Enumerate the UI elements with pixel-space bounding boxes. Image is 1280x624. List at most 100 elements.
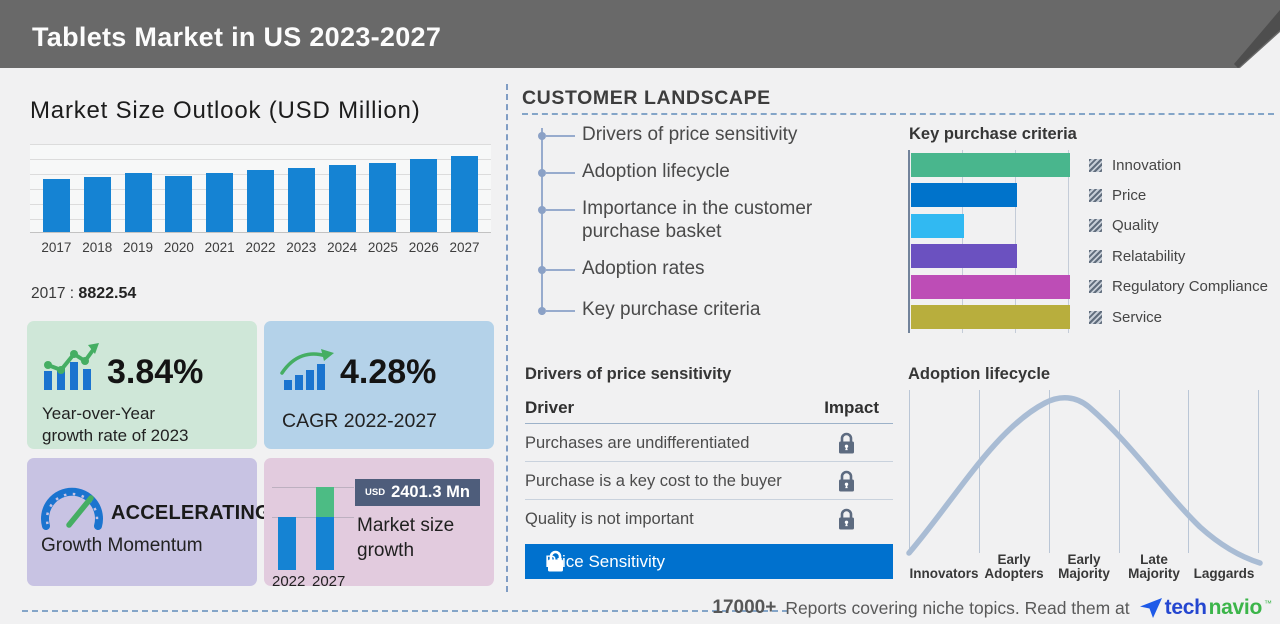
drivers-rows: Purchases are undifferentiated Purchase i… <box>525 424 893 538</box>
legend-item: Regulatory Compliance <box>1089 272 1268 302</box>
bar-2022 <box>247 170 274 232</box>
xtick-2017: 2017 <box>36 240 77 255</box>
footer: 17000+ Reports covering niche topics. Re… <box>712 592 1272 624</box>
bar-2026 <box>410 159 437 232</box>
landscape-item-label: Adoption rates <box>582 258 832 281</box>
footer-text: Reports covering niche topics. Read them… <box>785 598 1129 619</box>
xtick-2021: 2021 <box>199 240 240 255</box>
annotation-year: 2017 <box>31 285 65 302</box>
lifecycle-label: Laggards <box>1189 542 1259 582</box>
kpc-bar-relatability <box>911 244 1017 268</box>
legend-item: Price <box>1089 180 1268 210</box>
bar-2024 <box>329 165 356 232</box>
kpc-bar-regulatory-compliance <box>911 275 1070 299</box>
market-size-chart-xaxis: 2017201820192020202120222023202420252026… <box>30 240 491 255</box>
yoy-growth-card: 3.84% Year-over-Year growth rate of 2023 <box>27 321 257 449</box>
xtick-2022: 2022 <box>240 240 281 255</box>
price-sensitivity-highlight-row: Price Sensitivity <box>525 544 893 579</box>
mini-bar-2027-growth <box>316 487 334 517</box>
legend-label: Service <box>1112 309 1162 326</box>
page-title: Tablets Market in US 2023-2027 <box>32 22 441 53</box>
driver-label: Purchase is a key cost to the buyer <box>525 472 782 491</box>
driver-row: Purchases are undifferentiated <box>525 424 893 462</box>
lock-icon <box>545 549 566 574</box>
lock-icon <box>836 431 857 456</box>
yoy-value: 3.84% <box>107 353 203 392</box>
legend-item: Quality <box>1089 211 1268 241</box>
market-size-chart-plot <box>30 144 491 233</box>
bar-2017 <box>43 179 70 232</box>
xtick-2019: 2019 <box>118 240 159 255</box>
driver-label: Purchases are undifferentiated <box>525 434 749 453</box>
landscape-list: Drivers of price sensitivityAdoption lif… <box>522 120 902 335</box>
kpc-chart <box>908 150 1074 333</box>
legend-swatch-icon <box>1089 219 1102 232</box>
kpc-chart-title: Key purchase criteria <box>909 125 1077 144</box>
lock-slot-highlight <box>545 549 566 579</box>
bullet-connector <box>545 269 575 271</box>
lock-icon <box>836 469 857 494</box>
bullet-connector <box>545 172 575 174</box>
xtick-2023: 2023 <box>281 240 322 255</box>
speedometer-icon <box>39 478 105 532</box>
legend-label: Price <box>1112 187 1146 204</box>
legend-label: Regulatory Compliance <box>1112 278 1268 295</box>
legend-swatch-icon <box>1089 250 1102 263</box>
legend-label: Innovation <box>1112 157 1181 174</box>
header-bar: Tablets Market in US 2023-2027 <box>0 0 1280 68</box>
bar-2023 <box>288 168 315 232</box>
driver-row: Purchase is a key cost to the buyer <box>525 462 893 500</box>
cagr-value: 4.28% <box>340 353 436 392</box>
growth-momentum-card: ACCELERATING Growth Momentum <box>27 458 257 586</box>
landscape-connector-line <box>541 128 543 315</box>
lifecycle-label: EarlyMajority <box>1049 542 1119 582</box>
bullet-connector <box>545 135 575 137</box>
lifecycle-label: Innovators <box>909 542 979 582</box>
growth-arrow-icon <box>280 347 334 391</box>
bar-2019 <box>125 173 152 232</box>
legend-label: Quality <box>1112 217 1159 234</box>
xtick-2024: 2024 <box>322 240 363 255</box>
mini-year-right: 2027 <box>312 573 345 590</box>
bar-2027 <box>451 156 478 232</box>
landscape-item-label: Importance in the customer purchase bask… <box>582 198 832 244</box>
legend-swatch-icon <box>1089 280 1102 293</box>
mini-bar-2022 <box>278 517 296 570</box>
annotation-value: 8822.54 <box>78 285 136 302</box>
impact-lock <box>836 469 857 499</box>
impact-lock <box>836 507 857 537</box>
bar-chart-trend-icon <box>41 343 99 391</box>
bullet-connector <box>545 209 575 211</box>
bar-2020 <box>165 176 192 232</box>
adoption-lifecycle-title: Adoption lifecycle <box>908 365 1050 384</box>
vertical-dashed-divider <box>506 84 508 592</box>
momentum-label: Growth Momentum <box>41 535 203 557</box>
drivers-table: Driver Impact Purchases are undifferenti… <box>525 396 893 579</box>
driver-label: Quality is not important <box>525 510 694 529</box>
mini-gridline <box>272 487 354 488</box>
legend-item: Innovation <box>1089 150 1268 180</box>
drivers-table-title: Drivers of price sensitivity <box>525 365 731 384</box>
xtick-2025: 2025 <box>363 240 404 255</box>
momentum-value: ACCELERATING <box>111 502 271 525</box>
market-size-chart-columns <box>30 144 491 232</box>
infographic-page: Tablets Market in US 2023-2027 Market Si… <box>0 0 1280 624</box>
kpc-bar-price <box>911 183 1017 207</box>
section-title-underline <box>522 113 1274 115</box>
yoy-label: Year-over-Year growth rate of 2023 <box>42 403 188 447</box>
bar-2021 <box>206 173 233 232</box>
footer-dashed-line <box>22 610 788 612</box>
driver-row: Quality is not important <box>525 500 893 538</box>
chart-annotation: 2017 : 8822.54 <box>31 285 136 303</box>
xtick-2026: 2026 <box>403 240 444 255</box>
drivers-table-header: Driver Impact <box>525 396 893 424</box>
bar-2018 <box>84 177 111 232</box>
kpc-bar-service <box>911 305 1070 329</box>
technavio-logo[interactable]: technavio ™ <box>1139 596 1272 620</box>
legend-swatch-icon <box>1089 159 1102 172</box>
kpc-legend: InnovationPriceQualityRelatabilityRegula… <box>1089 150 1268 332</box>
mini-year-left: 2022 <box>272 573 305 590</box>
folded-corner-decoration <box>1234 0 1280 68</box>
column-impact: Impact <box>824 398 879 418</box>
bar-2025 <box>369 163 396 232</box>
